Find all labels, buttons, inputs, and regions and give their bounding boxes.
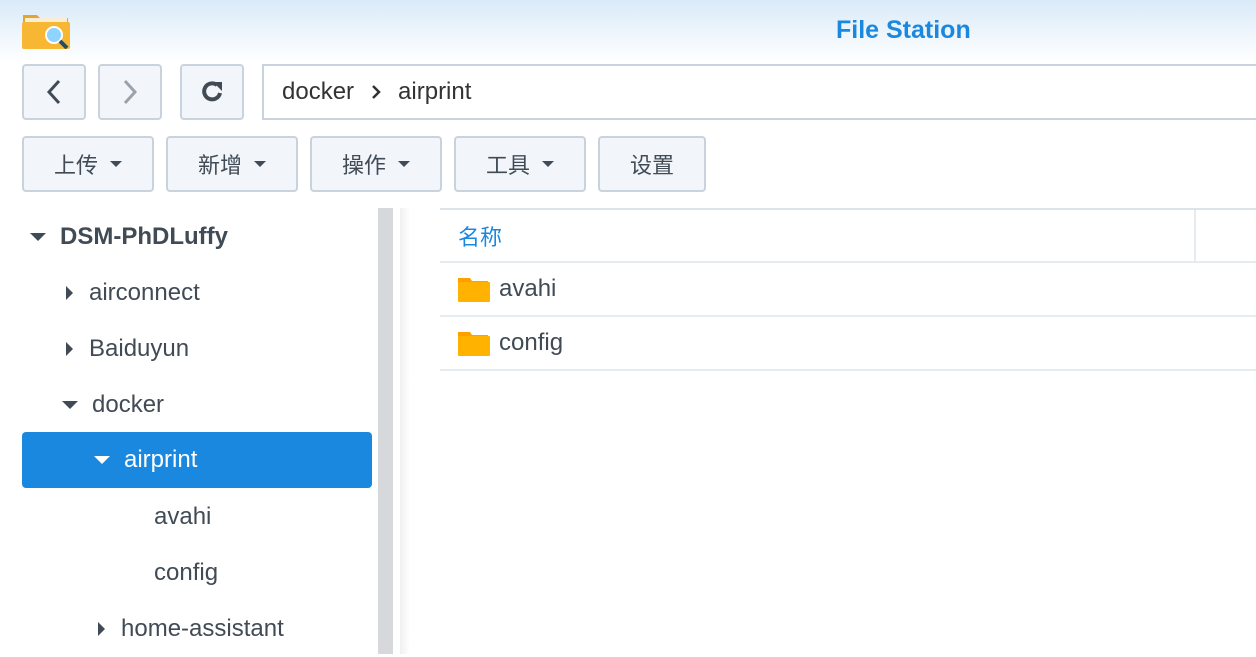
tree-scrollbar[interactable] [378, 208, 393, 654]
list-row[interactable]: config [440, 317, 1256, 371]
tree-root[interactable]: DSM-PhDLuffy [30, 209, 228, 265]
app-title: File Station [836, 16, 971, 44]
caret-down-icon [542, 161, 554, 167]
caret-down-icon [110, 161, 122, 167]
tree-item-baiduyun[interactable]: Baiduyun [66, 321, 189, 377]
tools-label: 工具 [485, 153, 530, 178]
settings-label: 设置 [629, 153, 674, 178]
tree-item-label: airprint [124, 446, 198, 473]
collapsed-triangle-icon [98, 622, 105, 636]
create-button[interactable]: 新增 [166, 136, 298, 192]
tree-item-docker[interactable]: docker [62, 377, 164, 433]
pane-divider[interactable] [400, 208, 410, 654]
tree-item-label: avahi [154, 503, 212, 530]
expanded-triangle-icon [62, 401, 78, 409]
create-label: 新增 [197, 153, 242, 178]
caret-down-icon [254, 161, 266, 167]
file-name: avahi [499, 275, 557, 302]
file-name: config [499, 329, 564, 356]
tree-item-airprint[interactable]: airprint [22, 432, 372, 488]
upload-button[interactable]: 上传 [22, 136, 154, 192]
refresh-button[interactable] [180, 64, 244, 120]
collapsed-triangle-icon [66, 342, 73, 356]
expanded-triangle-icon [30, 233, 46, 241]
chevron-right-icon [123, 79, 138, 105]
chevron-left-icon [46, 79, 61, 105]
back-button[interactable] [22, 64, 86, 120]
expanded-triangle-icon [94, 456, 110, 464]
tree-item-label: home-assistant [121, 615, 284, 642]
list-header: 名称 [440, 208, 1256, 263]
column-separator[interactable] [1194, 210, 1196, 263]
action-button[interactable]: 操作 [310, 136, 442, 192]
tree-item-config[interactable]: config [154, 545, 218, 601]
path-segment-docker[interactable]: docker [282, 78, 354, 106]
tree-item-label: airconnect [89, 279, 200, 306]
refresh-icon [202, 81, 222, 102]
tree-item-airconnect[interactable]: airconnect [66, 265, 200, 321]
breadcrumb-chevron-icon [372, 85, 381, 99]
upload-label: 上传 [53, 153, 98, 178]
tools-button[interactable]: 工具 [454, 136, 586, 192]
tree-item-label: config [154, 559, 219, 586]
app-header: File Station [0, 0, 1256, 62]
folder-icon [458, 332, 490, 356]
path-segment-airprint[interactable]: airprint [398, 78, 471, 106]
action-label: 操作 [341, 153, 386, 178]
folder-icon [458, 278, 490, 302]
forward-button[interactable] [98, 64, 162, 120]
list-row[interactable]: avahi [440, 263, 1256, 317]
tree-item-home-assistant[interactable]: home-assistant [98, 601, 284, 657]
path-bar[interactable]: docker airprint [262, 64, 1256, 120]
tree-item-avahi[interactable]: avahi [154, 489, 211, 545]
folder-tree: DSM-PhDLuffy airconnect Baiduyun docker … [0, 208, 378, 654]
tree-item-label: Baiduyun [89, 335, 190, 362]
file-list: 名称 avahi config [440, 208, 1256, 371]
file-station-app-icon [22, 15, 70, 49]
tree-item-label: docker [92, 391, 165, 418]
collapsed-triangle-icon [66, 286, 73, 300]
settings-button[interactable]: 设置 [598, 136, 706, 192]
tree-root-label: DSM-PhDLuffy [60, 223, 228, 250]
column-header-name[interactable]: 名称 [458, 220, 502, 252]
caret-down-icon [398, 161, 410, 167]
